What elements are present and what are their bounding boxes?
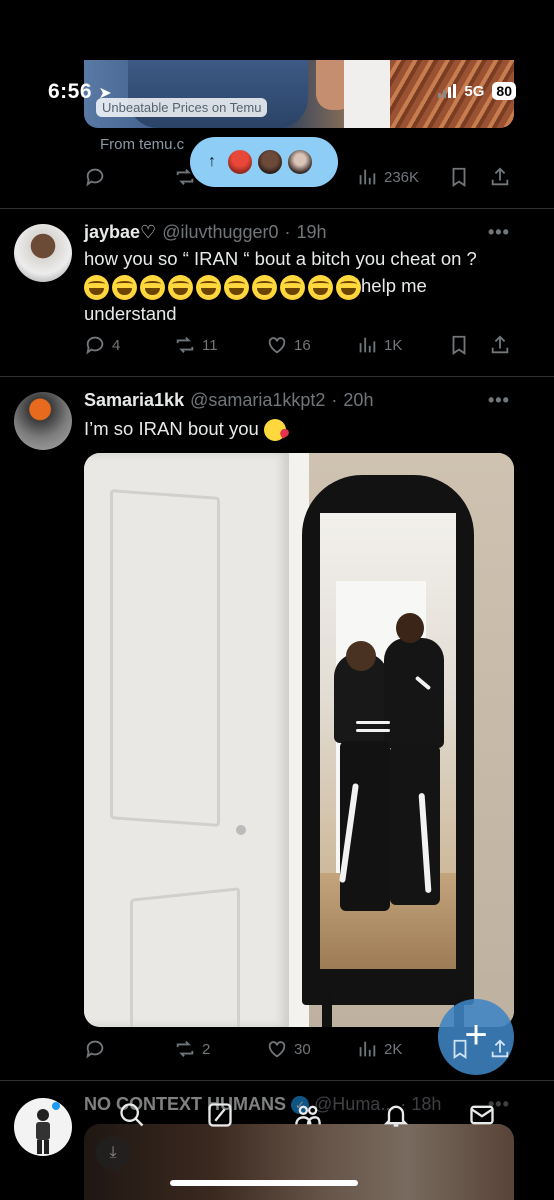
like-count: 30: [294, 1040, 311, 1058]
network-label: 5G: [464, 82, 485, 100]
post-text: how you so “ IRAN “ bout a bitch you che…: [84, 248, 477, 324]
like-button[interactable]: 16: [266, 334, 311, 356]
share-button[interactable]: [489, 334, 511, 356]
views-count: 236K: [384, 168, 420, 186]
views-icon: [359, 169, 376, 185]
reply-icon: [86, 168, 104, 187]
status-time: 6:56 ➤: [48, 80, 113, 103]
bookmark-icon: [452, 167, 466, 187]
author-name[interactable]: Samaria1kk: [84, 390, 184, 411]
battery-indicator: 80: [492, 82, 516, 100]
reply-button[interactable]: [84, 1038, 112, 1060]
search-icon[interactable]: [118, 1101, 146, 1129]
kiss-emoji: [263, 419, 286, 442]
post-text: I’m so IRAN bout you: [84, 415, 514, 442]
reply-count: 4: [112, 336, 121, 354]
author-handle[interactable]: @iluvthugger0: [162, 222, 278, 243]
post-header: Samaria1kk @samaria1kkpt2 · 20h: [84, 390, 374, 411]
tears-of-joy-emoji-row: [84, 274, 361, 300]
views-button[interactable]: 2K: [356, 1038, 402, 1060]
views-button[interactable]: 236K: [356, 166, 419, 188]
ad-source-link[interactable]: From temu.c: [100, 136, 184, 153]
views-button[interactable]: 1K: [356, 334, 402, 356]
repost-button[interactable]: 11: [174, 334, 218, 356]
messages-icon[interactable]: [468, 1101, 496, 1129]
more-icon[interactable]: •••: [488, 390, 510, 411]
reply-button[interactable]: [84, 166, 106, 188]
author-handle[interactable]: @samaria1kkpt2: [190, 390, 325, 411]
ad-label: Unbeatable Prices on Temu: [96, 98, 268, 117]
post-time: 20h: [343, 390, 374, 410]
bookmark-button[interactable]: [449, 1038, 471, 1065]
avatar[interactable]: [14, 392, 72, 450]
status-indicators: 5G 80: [438, 82, 516, 100]
divider: [0, 208, 554, 209]
like-count: 16: [294, 336, 311, 354]
views-icon: [359, 1041, 376, 1057]
author-name[interactable]: jaybae♡: [84, 222, 156, 243]
avatar[interactable]: [14, 224, 72, 282]
reply-button[interactable]: 4: [84, 334, 120, 356]
grok-icon[interactable]: [206, 1101, 234, 1129]
bookmark-icon: [452, 335, 466, 355]
heart-icon: [268, 1041, 286, 1058]
repost-count: 11: [202, 336, 218, 354]
reply-icon: [86, 336, 104, 355]
repost-button[interactable]: [174, 166, 196, 188]
heart-icon: [268, 337, 286, 354]
views-count: 2K: [384, 1040, 403, 1058]
views-icon: [359, 337, 376, 353]
repost-icon: [176, 337, 194, 353]
divider: [0, 376, 554, 377]
bookmark-icon: [453, 1039, 467, 1059]
bookmark-button[interactable]: [448, 166, 470, 188]
signal-icon: [438, 84, 457, 98]
person-icon: [36, 1102, 60, 1154]
divider: [0, 1080, 554, 1081]
like-button[interactable]: 30: [266, 1038, 311, 1060]
repost-icon: [176, 169, 194, 185]
repost-button[interactable]: 2: [174, 1038, 210, 1060]
share-icon: [491, 335, 509, 354]
more-icon[interactable]: •••: [488, 222, 510, 243]
reply-icon: [86, 1040, 104, 1059]
share-button[interactable]: [489, 166, 511, 188]
post-samaria1kk[interactable]: Samaria1kk @samaria1kkpt2 · 20h I’m so I…: [84, 390, 514, 442]
views-count: 1K: [384, 336, 403, 354]
repost-icon: [176, 1041, 194, 1057]
bookmark-button[interactable]: [448, 334, 470, 356]
post-time: 19h: [296, 222, 327, 242]
share-icon: [491, 167, 509, 186]
post-image[interactable]: [84, 453, 514, 1027]
home-indicator: [170, 1180, 358, 1186]
share-button[interactable]: [489, 1038, 511, 1065]
notifications-icon[interactable]: [382, 1101, 410, 1129]
communities-icon[interactable]: [294, 1101, 322, 1129]
post-header: jaybae♡ @iluvthugger0 · 19h: [84, 222, 327, 243]
repost-count: 2: [202, 1040, 211, 1058]
profile-avatar[interactable]: [14, 1098, 72, 1156]
post-jaybae[interactable]: jaybae♡ @iluvthugger0 · 19h how you so “…: [84, 222, 514, 327]
share-icon: [491, 1039, 509, 1058]
